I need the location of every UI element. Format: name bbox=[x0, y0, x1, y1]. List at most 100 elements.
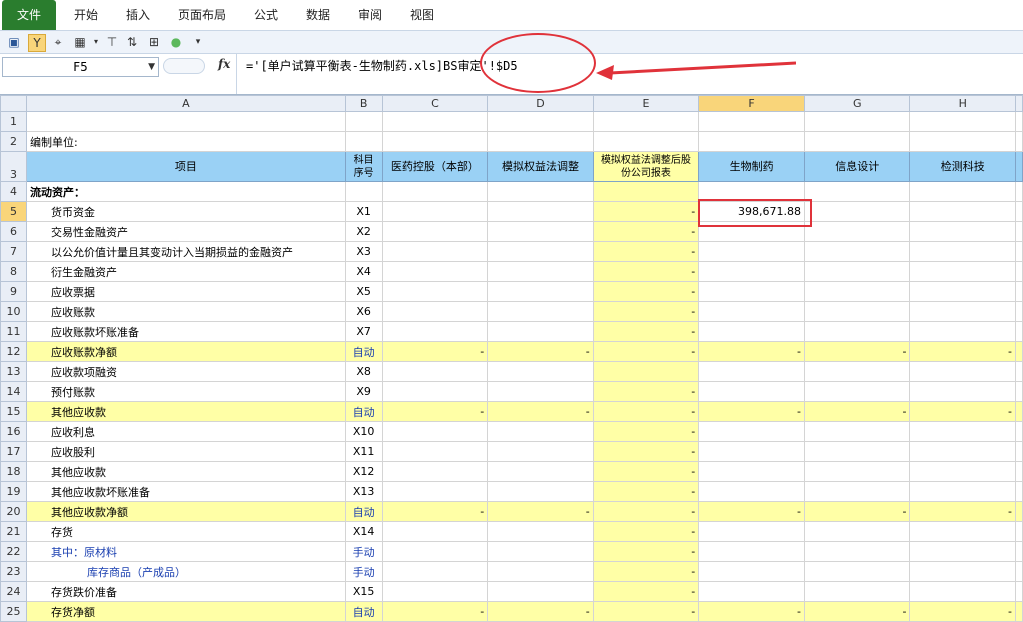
column-header-g[interactable]: G bbox=[803, 95, 911, 112]
borders-icon[interactable]: ▦ bbox=[72, 34, 88, 50]
cell-c[interactable]: - bbox=[381, 341, 489, 362]
cell-a[interactable]: 其他应收款净额 bbox=[25, 501, 346, 522]
row-header[interactable]: 5 bbox=[0, 201, 27, 222]
tab-review[interactable]: 审阅 bbox=[358, 0, 382, 30]
cell-e[interactable]: - bbox=[592, 461, 700, 482]
cell-e[interactable]: - bbox=[592, 421, 700, 442]
clear-filter-icon[interactable]: ⌖ bbox=[50, 34, 66, 50]
cell-b[interactable]: 自动 bbox=[344, 341, 383, 362]
cell-g[interactable]: - bbox=[803, 601, 911, 622]
cell-h[interactable] bbox=[909, 481, 1016, 502]
row-header[interactable]: 17 bbox=[0, 441, 27, 462]
cell-c[interactable] bbox=[381, 241, 489, 262]
cell-f[interactable]: - bbox=[698, 341, 805, 362]
cell-a[interactable]: 库存商品（产成品） bbox=[25, 561, 346, 582]
cell-g[interactable] bbox=[803, 521, 911, 542]
cell-a[interactable]: 以公允价值计量且其变动计入当期损益的金融资产 bbox=[25, 241, 346, 262]
cell-f[interactable] bbox=[698, 581, 805, 602]
cell-a[interactable]: 应收账款净额 bbox=[25, 341, 346, 362]
cell-h[interactable] bbox=[909, 381, 1016, 402]
cell-f[interactable] bbox=[698, 301, 805, 322]
cell-g[interactable] bbox=[803, 241, 911, 262]
cell-h[interactable] bbox=[909, 301, 1016, 322]
header-seq[interactable]: 科目序号 bbox=[344, 151, 383, 182]
cell-g[interactable] bbox=[803, 461, 911, 482]
cell-d[interactable] bbox=[487, 321, 594, 342]
formula-input[interactable]: ='[单户试算平衡表-生物制药.xls]BS审定'!$D5 bbox=[246, 57, 518, 74]
cell-d[interactable] bbox=[487, 561, 594, 582]
cell-c[interactable] bbox=[381, 201, 489, 222]
cell-d[interactable] bbox=[487, 481, 594, 502]
row-header[interactable]: 13 bbox=[0, 361, 27, 382]
cell-f[interactable] bbox=[698, 321, 805, 342]
row-header[interactable]: 2 bbox=[0, 131, 27, 152]
cell-f[interactable]: - bbox=[698, 601, 805, 622]
cell-b[interactable]: X13 bbox=[344, 481, 383, 502]
align-top-icon[interactable]: ⊤ bbox=[104, 34, 120, 50]
insert-function-icon[interactable]: fx bbox=[218, 57, 230, 71]
cell-a[interactable]: 应收账款坏账准备 bbox=[25, 321, 346, 342]
cell-c[interactable] bbox=[381, 301, 489, 322]
cell[interactable] bbox=[592, 111, 700, 132]
column-header-d[interactable]: D bbox=[487, 95, 594, 112]
cell-g[interactable] bbox=[803, 541, 911, 562]
borders-dropdown-icon[interactable]: ▾ bbox=[88, 34, 104, 50]
cell-b[interactable]: X8 bbox=[344, 361, 383, 382]
cell-g[interactable] bbox=[803, 481, 911, 502]
cell-f[interactable] bbox=[698, 441, 805, 462]
row-header[interactable]: 25 bbox=[0, 601, 27, 622]
cell-e[interactable] bbox=[592, 361, 700, 382]
cell-b[interactable]: X1 bbox=[344, 201, 383, 222]
cell-h[interactable] bbox=[909, 241, 1016, 262]
cell-e[interactable]: - bbox=[592, 501, 700, 522]
row-header[interactable]: 6 bbox=[0, 221, 27, 242]
cell-g[interactable] bbox=[803, 281, 911, 302]
cell-e[interactable]: - bbox=[592, 301, 700, 322]
cell-d[interactable] bbox=[487, 281, 594, 302]
cell-h[interactable]: - bbox=[909, 501, 1016, 522]
cell-f[interactable] bbox=[698, 361, 805, 382]
cell-c[interactable] bbox=[381, 441, 489, 462]
cell-b[interactable]: X5 bbox=[344, 281, 383, 302]
tab-view[interactable]: 视图 bbox=[410, 0, 434, 30]
cell-f[interactable] bbox=[698, 461, 805, 482]
column-header-c[interactable]: C bbox=[381, 95, 489, 112]
cell-h[interactable] bbox=[909, 361, 1016, 382]
cell[interactable] bbox=[803, 181, 911, 202]
cell-a[interactable]: 其他应收款 bbox=[25, 461, 346, 482]
cell-c[interactable] bbox=[381, 481, 489, 502]
cell-a[interactable]: 应收利息 bbox=[25, 421, 346, 442]
cell-a[interactable]: 存货净额 bbox=[25, 601, 346, 622]
cell-h[interactable] bbox=[909, 461, 1016, 482]
cell-a[interactable]: 应收票据 bbox=[25, 281, 346, 302]
cell-b[interactable]: X15 bbox=[344, 581, 383, 602]
cell-c[interactable] bbox=[381, 421, 489, 442]
cell-d[interactable] bbox=[487, 381, 594, 402]
formula-bar-splitter[interactable] bbox=[163, 58, 205, 74]
row-header[interactable]: 19 bbox=[0, 481, 27, 502]
cell-h[interactable] bbox=[909, 521, 1016, 542]
cell-a[interactable]: 预付账款 bbox=[25, 381, 346, 402]
cell-f[interactable] bbox=[698, 281, 805, 302]
row-header[interactable]: 7 bbox=[0, 241, 27, 262]
cell-b[interactable]: 手动 bbox=[344, 541, 383, 562]
cell-h[interactable]: - bbox=[909, 341, 1016, 362]
cell-d[interactable]: - bbox=[487, 501, 594, 522]
cell-e[interactable]: - bbox=[592, 481, 700, 502]
cell-c[interactable] bbox=[381, 561, 489, 582]
row-header[interactable]: 11 bbox=[0, 321, 27, 342]
cell-h[interactable] bbox=[909, 421, 1016, 442]
row-header[interactable]: 9 bbox=[0, 281, 27, 302]
cell[interactable] bbox=[487, 131, 594, 152]
header-g[interactable]: 信息设计 bbox=[803, 151, 911, 182]
select-all-corner[interactable] bbox=[0, 95, 27, 112]
cell-e[interactable]: - bbox=[592, 241, 700, 262]
sort-icon[interactable]: ⇅ bbox=[124, 34, 140, 50]
cell-c[interactable] bbox=[381, 321, 489, 342]
cell-f[interactable] bbox=[698, 561, 805, 582]
save-icon[interactable]: ▣ bbox=[6, 34, 22, 50]
row-header[interactable]: 18 bbox=[0, 461, 27, 482]
cell-f[interactable] bbox=[698, 241, 805, 262]
tab-insert[interactable]: 插入 bbox=[126, 0, 150, 30]
cell[interactable] bbox=[909, 111, 1016, 132]
